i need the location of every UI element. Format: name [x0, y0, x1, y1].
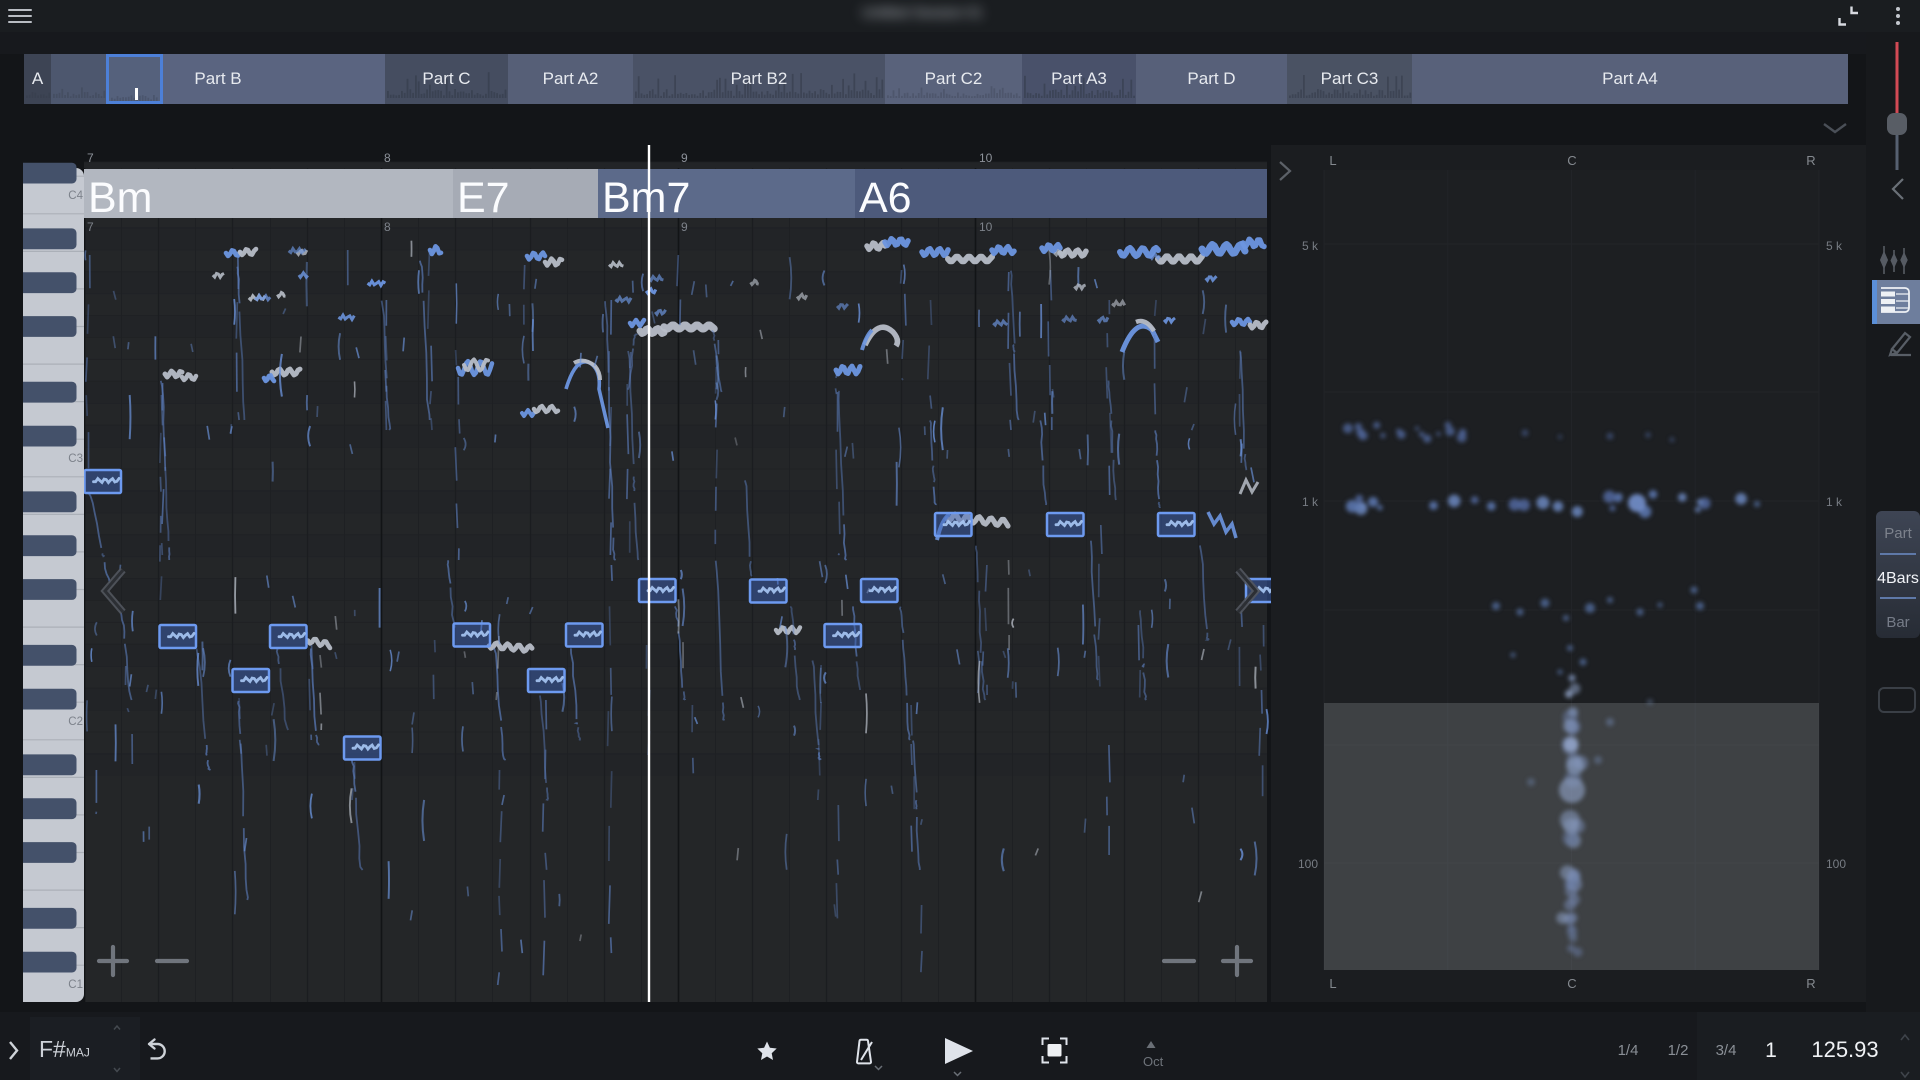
svg-text:Part: Part: [1884, 525, 1912, 542]
svg-text:10: 10: [979, 151, 993, 165]
svg-text:Bm7: Bm7: [602, 174, 690, 222]
svg-text:C1: C1: [68, 979, 83, 991]
svg-text:100: 100: [1298, 857, 1318, 871]
svg-text:3/4: 3/4: [1716, 1042, 1737, 1059]
svg-text:7: 7: [87, 220, 94, 234]
svg-text:C: C: [1567, 153, 1576, 168]
svg-text:Bar: Bar: [1886, 614, 1909, 631]
svg-text:100: 100: [1826, 857, 1846, 871]
svg-text:E7: E7: [457, 174, 510, 222]
svg-text:Oct: Oct: [1143, 1054, 1164, 1069]
svg-text:10: 10: [979, 220, 993, 234]
svg-text:5 k: 5 k: [1826, 239, 1843, 253]
svg-text:R: R: [1806, 153, 1815, 168]
svg-text:C: C: [1567, 976, 1576, 991]
svg-text:C2: C2: [68, 716, 83, 728]
svg-text:5 k: 5 k: [1302, 239, 1319, 253]
svg-text:1 k: 1 k: [1826, 495, 1843, 509]
svg-text:R: R: [1806, 976, 1815, 991]
svg-text:9: 9: [681, 151, 688, 165]
svg-text:L: L: [1329, 976, 1336, 991]
svg-text:1 k: 1 k: [1302, 495, 1319, 509]
svg-text:125.93: 125.93: [1811, 1037, 1878, 1062]
svg-text:8: 8: [384, 220, 391, 234]
svg-text:4Bars: 4Bars: [1877, 570, 1919, 587]
svg-text:1/2: 1/2: [1668, 1042, 1689, 1059]
svg-text:9: 9: [681, 220, 688, 234]
svg-text:A6: A6: [859, 174, 912, 222]
svg-text:1: 1: [1765, 1039, 1777, 1062]
svg-text:C3: C3: [68, 453, 83, 465]
svg-text:7: 7: [87, 151, 94, 165]
svg-text:1/4: 1/4: [1618, 1042, 1639, 1059]
svg-text:L: L: [1329, 153, 1336, 168]
svg-text:Bm: Bm: [88, 174, 153, 222]
svg-text:C4: C4: [68, 190, 83, 202]
svg-text:8: 8: [384, 151, 391, 165]
